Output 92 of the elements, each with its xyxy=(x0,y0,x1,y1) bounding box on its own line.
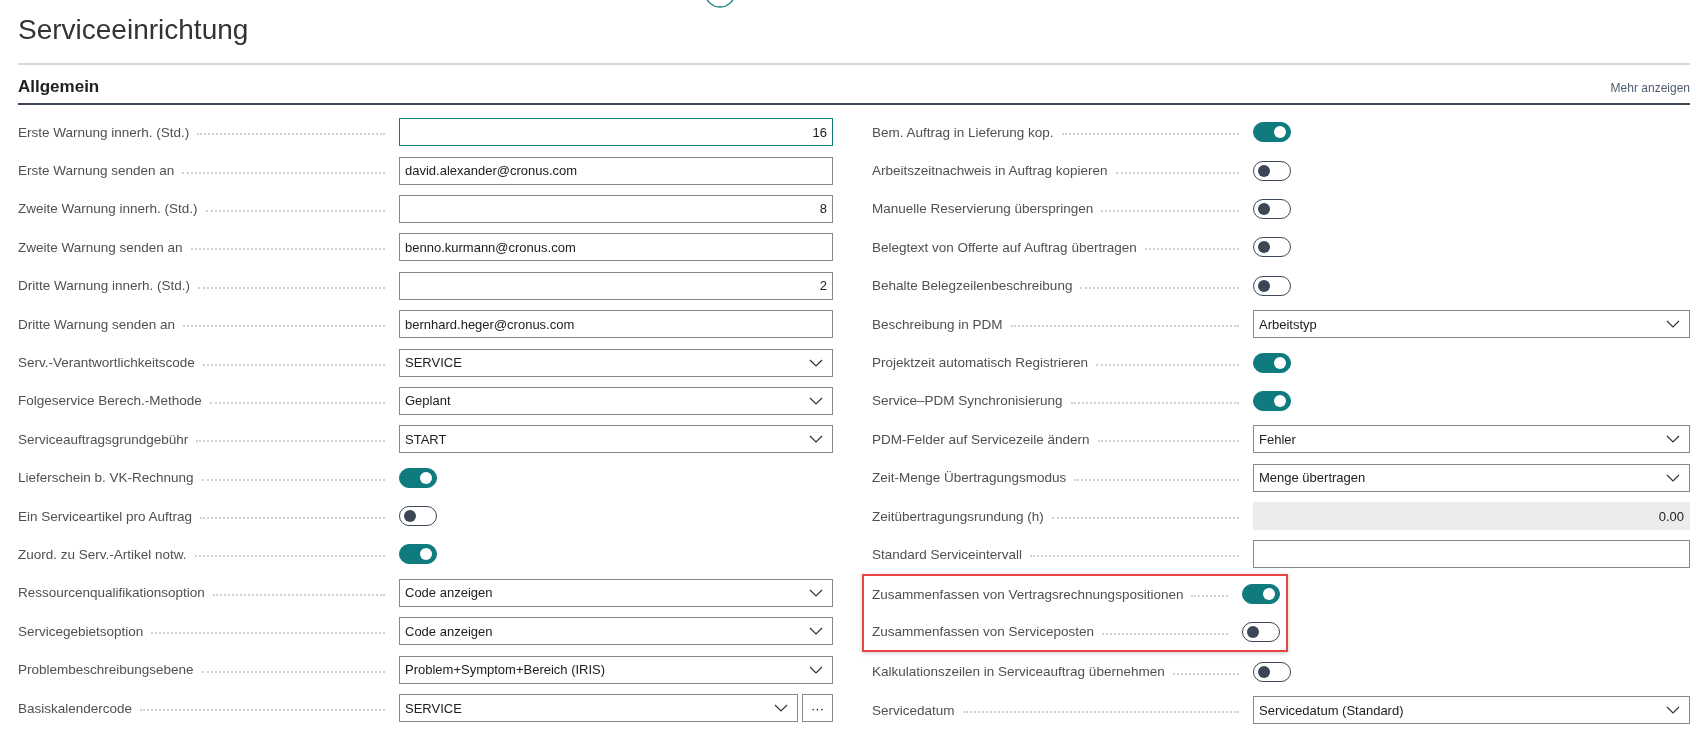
field-label: Lieferschein b. VK-Rechnung xyxy=(18,470,195,486)
dropdown-field[interactable]: Servicedatum (Standard) xyxy=(1253,696,1690,725)
dropdown-field[interactable]: Menge übertragen xyxy=(1253,463,1690,492)
field-label: Zusammenfassen von Serviceposten xyxy=(872,624,1096,640)
field-label: Servicedatum xyxy=(872,702,956,718)
toggle-switch[interactable] xyxy=(1242,621,1280,642)
ellipsis-button[interactable]: ··· xyxy=(802,694,833,723)
dropdown-field[interactable]: Code anzeigen xyxy=(399,617,833,646)
field-value: START xyxy=(405,431,447,447)
field-value: Fehler xyxy=(1259,431,1296,447)
field-label: Serv.-Verantwortlichkeitscode xyxy=(18,355,196,371)
input-field[interactable]: 16 xyxy=(399,118,833,147)
field-label: Zeit-Menge Übertragungsmodus xyxy=(872,470,1068,486)
page-title: Serviceeinrichtung xyxy=(18,0,1690,65)
field-label: Ressourcenqualifikationsoption xyxy=(18,585,206,601)
field-value: Code anzeigen xyxy=(405,623,493,639)
dropdown-field[interactable]: Code anzeigen xyxy=(399,578,833,607)
dropdown-field[interactable]: START xyxy=(399,425,833,454)
field-label: Problembeschreibungsebene xyxy=(18,662,195,678)
field-label: Arbeitszeitnachweis in Auftrag kopieren xyxy=(872,163,1109,179)
field-label: Belegtext von Offerte auf Auftrag übertragen xyxy=(872,239,1138,255)
chevron-down-icon xyxy=(809,396,823,405)
dropdown-field[interactable]: SERVICE xyxy=(399,348,833,377)
field-label: Zeitübertragungsrundung (h) xyxy=(872,508,1045,524)
toggle-switch[interactable] xyxy=(399,544,437,565)
leader-line xyxy=(1172,672,1239,675)
field-label: Bem. Auftrag in Lieferung kop. xyxy=(872,124,1055,140)
field-label: Basiskalendercode xyxy=(18,700,134,716)
field-label: Manuelle Reservierung überspringen xyxy=(872,201,1095,217)
section-title: Allgemein xyxy=(18,77,100,97)
toggle-switch[interactable] xyxy=(1253,160,1291,181)
field-label: Behalte Belegzeilenbeschreibung xyxy=(872,278,1074,294)
input-field[interactable]: benno.kurmann@cronus.com xyxy=(399,233,833,262)
field-label: Kalkulationszeilen in Serviceauftrag übernehmen xyxy=(872,664,1166,680)
field-value: Menge übertragen xyxy=(1259,470,1366,486)
field-label: Zweite Warnung innerh. (Std.) xyxy=(18,201,199,217)
chevron-down-icon xyxy=(1666,473,1680,482)
input-field[interactable]: bernhard.heger@cronus.com xyxy=(399,310,833,339)
toggle-switch[interactable] xyxy=(1253,198,1291,219)
input-field[interactable]: 2 xyxy=(399,271,833,300)
chevron-down-icon xyxy=(774,704,788,713)
field-label: Standard Serviceintervall xyxy=(872,547,1024,562)
toggle-switch[interactable] xyxy=(399,467,437,488)
field-value: Geplant xyxy=(405,393,451,409)
field-value: Problem+Symptom+Bereich (IRIS) xyxy=(405,662,606,678)
field-label: Zweite Warnung senden an xyxy=(18,239,184,255)
field-value: SERVICE xyxy=(405,700,462,716)
toggle-switch[interactable] xyxy=(399,506,437,527)
toggle-switch[interactable] xyxy=(1253,390,1291,411)
field-label: Servicegebietsoption xyxy=(18,623,145,639)
field-label: Ein Serviceartikel pro Auftrag xyxy=(18,508,194,524)
field-value: 0.00 xyxy=(1658,508,1684,524)
dropdown-field[interactable]: Problem+Symptom+Bereich (IRIS) xyxy=(399,655,833,684)
field-label: Service–PDM Synchronisierung xyxy=(872,393,1064,409)
chevron-down-icon xyxy=(809,358,823,367)
chevron-down-icon xyxy=(1666,320,1680,329)
toggle-switch[interactable] xyxy=(1242,584,1280,605)
field-label: PDM-Felder auf Servicezeile ändern xyxy=(872,431,1091,447)
field-label: Erste Warnung senden an xyxy=(18,163,176,179)
field-value: Arbeitstyp xyxy=(1259,316,1317,332)
toggle-switch[interactable] xyxy=(1253,237,1291,258)
chevron-down-icon xyxy=(809,627,823,636)
input-field[interactable] xyxy=(1253,540,1690,569)
dropdown-field[interactable]: Geplant xyxy=(399,386,833,415)
field-label: Beschreibung in PDM xyxy=(872,316,1004,332)
field-value: Servicedatum (Standard) xyxy=(1259,702,1404,718)
toggle-switch[interactable] xyxy=(1253,661,1291,682)
show-more-link[interactable]: Mehr anzeigen xyxy=(1610,81,1690,95)
toggle-switch[interactable] xyxy=(1253,352,1291,373)
field-label: Dritte Warnung innerh. (Std.) xyxy=(18,278,192,294)
field-label: Zusammenfassen von Vertragsrechnungspositionen xyxy=(872,586,1185,602)
field-label: Projektzeit automatisch Registrieren xyxy=(872,355,1090,371)
toggle-switch[interactable] xyxy=(1253,122,1291,143)
chevron-down-icon xyxy=(1666,435,1680,444)
dropdown-field[interactable]: SERVICE xyxy=(399,694,798,723)
leader-line xyxy=(1191,595,1228,598)
field-label: Dritte Warnung senden an xyxy=(18,316,177,332)
field-label: Folgeservice Berech.-Methode xyxy=(18,393,203,409)
field-value: SERVICE xyxy=(405,355,462,371)
field-label: Serviceauftragsgrundgebühr xyxy=(18,431,190,447)
dropdown-field[interactable]: Fehler xyxy=(1253,425,1690,454)
field-label: Zuord. zu Serv.-Artikel notw. xyxy=(18,547,188,562)
input-field[interactable]: david.alexander@cronus.com xyxy=(399,156,833,185)
dropdown-field[interactable]: Arbeitstyp xyxy=(1253,310,1690,339)
toggle-switch[interactable] xyxy=(1253,275,1291,296)
field-value: Code anzeigen xyxy=(405,585,493,601)
chevron-down-icon xyxy=(809,665,823,674)
field-label: Erste Warnung innerh. (Std.) xyxy=(18,124,191,140)
input-field[interactable]: 8 xyxy=(399,194,833,223)
chevron-down-icon xyxy=(1666,706,1680,715)
chevron-down-icon xyxy=(809,435,823,444)
chevron-down-icon xyxy=(809,588,823,597)
